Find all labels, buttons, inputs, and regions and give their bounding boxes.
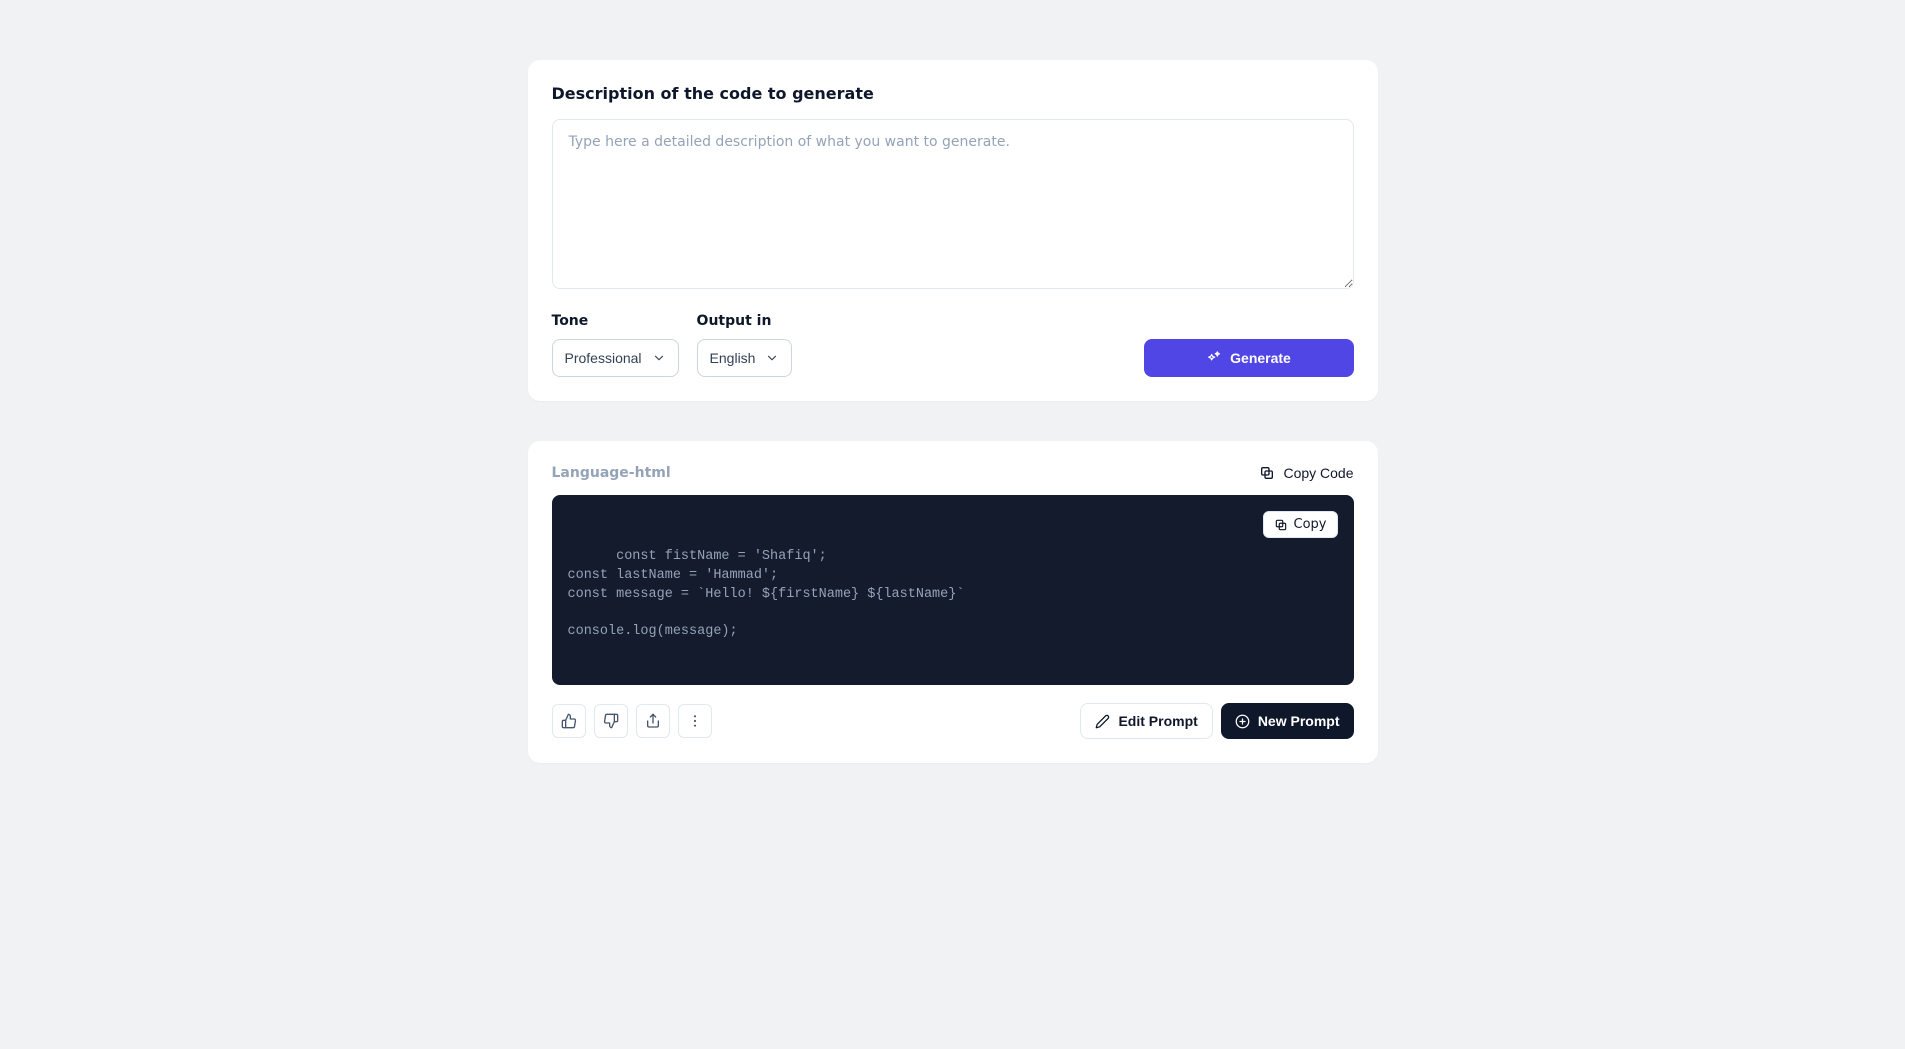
new-prompt-button[interactable]: New Prompt [1221,703,1354,739]
tone-select[interactable]: Professional [552,339,679,377]
tone-selected-value: Professional [565,350,642,366]
copy-icon [1259,465,1275,481]
copy-icon [1274,518,1288,532]
new-prompt-label: New Prompt [1258,713,1340,729]
sparkle-icon [1206,350,1222,366]
tone-field: Tone Professional [552,313,679,377]
share-button[interactable] [636,704,670,738]
more-vertical-icon [687,713,703,729]
more-button[interactable] [678,704,712,738]
copy-badge-button[interactable]: Copy [1263,511,1338,538]
controls-row: Tone Professional Output in English [552,313,1354,377]
code-block: Copy const fistName = 'Shafiq'; const la… [552,495,1354,685]
output-header: Language-html Copy Code [552,465,1354,481]
chevron-down-icon [765,351,779,365]
pencil-icon [1095,714,1110,729]
output-card: Language-html Copy Code Copy const fistN… [528,441,1378,763]
thumbs-up-icon [561,713,577,729]
share-icon [645,713,661,729]
generate-button[interactable]: Generate [1144,339,1354,377]
thumbs-up-button[interactable] [552,704,586,738]
tone-label: Tone [552,313,679,329]
code-content: const fistName = 'Shafiq'; const lastNam… [568,549,965,640]
edit-prompt-label: Edit Prompt [1118,713,1197,729]
description-title: Description of the code to generate [552,84,1354,103]
generate-button-label: Generate [1230,350,1291,366]
footer-row: Edit Prompt New Prompt [552,703,1354,739]
copy-code-label: Copy Code [1283,465,1353,481]
thumbs-down-icon [603,713,619,729]
thumbs-down-button[interactable] [594,704,628,738]
edit-prompt-button[interactable]: Edit Prompt [1080,703,1212,739]
description-input[interactable] [552,119,1354,289]
input-card: Description of the code to generate Tone… [528,60,1378,401]
output-select[interactable]: English [697,339,793,377]
output-field: Output in English [697,313,793,377]
copy-code-button[interactable]: Copy Code [1259,465,1353,481]
output-selected-value: English [710,350,756,366]
output-label: Output in [697,313,793,329]
chevron-down-icon [652,351,666,365]
language-label: Language-html [552,465,671,481]
copy-badge-label: Copy [1294,517,1327,532]
plus-circle-icon [1235,714,1250,729]
